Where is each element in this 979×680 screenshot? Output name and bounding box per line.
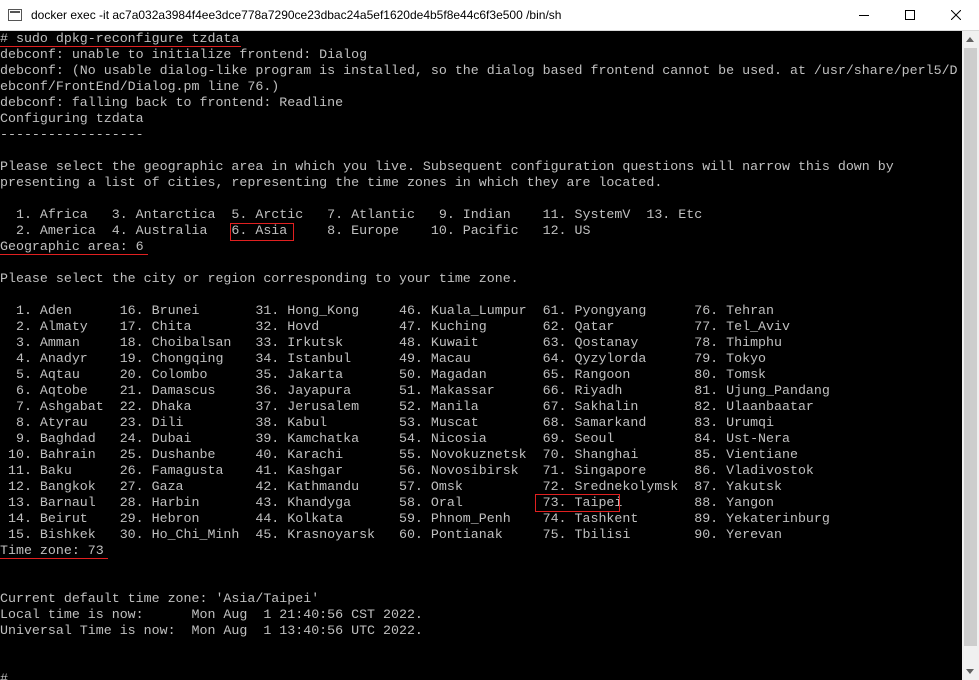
terminal-line: # <box>0 671 8 680</box>
minimize-button[interactable] <box>841 0 887 31</box>
terminal-line: 15. Bishkek 30. Ho_Chi_Minh 45. Krasnoya… <box>0 527 782 542</box>
terminal-line: ebconf/FrontEnd/Dialog.pm line 76.) <box>0 79 280 94</box>
terminal-line: 7. Ashgabat 22. Dhaka 37. Jerusalem 52. … <box>0 399 814 414</box>
asia-highlight-box <box>230 223 294 241</box>
scroll-down-icon[interactable] <box>962 663 979 680</box>
terminal-line: 13. Barnaul 28. Harbin 43. Khandyga 58. … <box>0 495 775 510</box>
geographic-area-underline <box>0 254 148 255</box>
terminal-line: presenting a list of cities, representin… <box>0 175 663 190</box>
terminal-line: 9. Baghdad 24. Dubai 39. Kamchatka 54. N… <box>0 431 790 446</box>
terminal-line: 6. Aqtobe 21. Damascus 36. Jayapura 51. … <box>0 383 830 398</box>
scrollbar-thumb[interactable] <box>964 48 977 646</box>
terminal-window: docker exec -it ac7a032a3984f4ee3dce778a… <box>0 0 979 680</box>
terminal-text[interactable]: # sudo dpkg-reconfigure tzdata debconf: … <box>0 31 962 680</box>
terminal-line: 8. Atyrau 23. Dili 38. Kabul 53. Muscat … <box>0 415 775 430</box>
terminal-line: debconf: (No usable dialog-like program … <box>0 63 958 78</box>
terminal-line: 10. Bahrain 25. Dushanbe 40. Karachi 55.… <box>0 447 798 462</box>
terminal-line: 1. Africa 3. Antarctica 5. Arctic 7. Atl… <box>0 207 703 222</box>
terminal-line: 2. Almaty 17. Chita 32. Hovd 47. Kuching… <box>0 319 790 334</box>
terminal-line: debconf: falling back to frontend: Readl… <box>0 95 344 110</box>
terminal-line: Geographic area: 6 <box>0 239 144 254</box>
terminal-line: 5. Aqtau 20. Colombo 35. Jakarta 50. Mag… <box>0 367 767 382</box>
title-bar[interactable]: docker exec -it ac7a032a3984f4ee3dce778a… <box>0 0 979 31</box>
maximize-button[interactable] <box>887 0 933 31</box>
terminal-line: Current default time zone: 'Asia/Taipei' <box>0 591 320 606</box>
terminal-line: 2. America 4. Australia 6. Asia 8. Europ… <box>0 223 591 238</box>
taipei-highlight-box <box>535 494 620 512</box>
terminal-line: Local time is now: Mon Aug 1 21:40:56 CS… <box>0 607 423 622</box>
terminal-line: Please select the city or region corresp… <box>0 271 519 286</box>
terminal-line: ------------------ <box>0 127 144 142</box>
terminal-line: # sudo dpkg-reconfigure tzdata <box>0 31 240 46</box>
terminal-output[interactable]: # sudo dpkg-reconfigure tzdata debconf: … <box>0 31 962 680</box>
vertical-scrollbar[interactable] <box>962 31 979 680</box>
terminal-line: 11. Baku 26. Famagusta 41. Kashgar 56. N… <box>0 463 814 478</box>
terminal-line: Universal Time is now: Mon Aug 1 13:40:5… <box>0 623 423 638</box>
command-underline <box>0 46 241 47</box>
time-zone-underline <box>0 558 108 559</box>
close-icon <box>951 10 961 20</box>
terminal-line: Time zone: 73 <box>0 543 104 558</box>
terminal-app-icon[interactable] <box>8 9 22 21</box>
terminal-line: 14. Beirut 29. Hebron 44. Kolkata 59. Ph… <box>0 511 830 526</box>
window-title: docker exec -it ac7a032a3984f4ee3dce778a… <box>31 8 562 22</box>
terminal-line: Configuring tzdata <box>0 111 144 126</box>
terminal-line: 4. Anadyr 19. Chongqing 34. Istanbul 49.… <box>0 351 767 366</box>
maximize-icon <box>905 10 915 20</box>
minimize-icon <box>859 15 869 16</box>
terminal-line: 3. Amman 18. Choibalsan 33. Irkutsk 48. … <box>0 335 782 350</box>
terminal-line: debconf: unable to initialize frontend: … <box>0 47 368 62</box>
terminal-line: 1. Aden 16. Brunei 31. Hong_Kong 46. Kua… <box>0 303 775 318</box>
terminal-line: Please select the geographic area in whi… <box>0 159 894 174</box>
close-button[interactable] <box>933 0 979 31</box>
terminal-line: 12. Bangkok 27. Gaza 42. Kathmandu 57. O… <box>0 479 782 494</box>
scroll-up-icon[interactable] <box>962 31 979 48</box>
